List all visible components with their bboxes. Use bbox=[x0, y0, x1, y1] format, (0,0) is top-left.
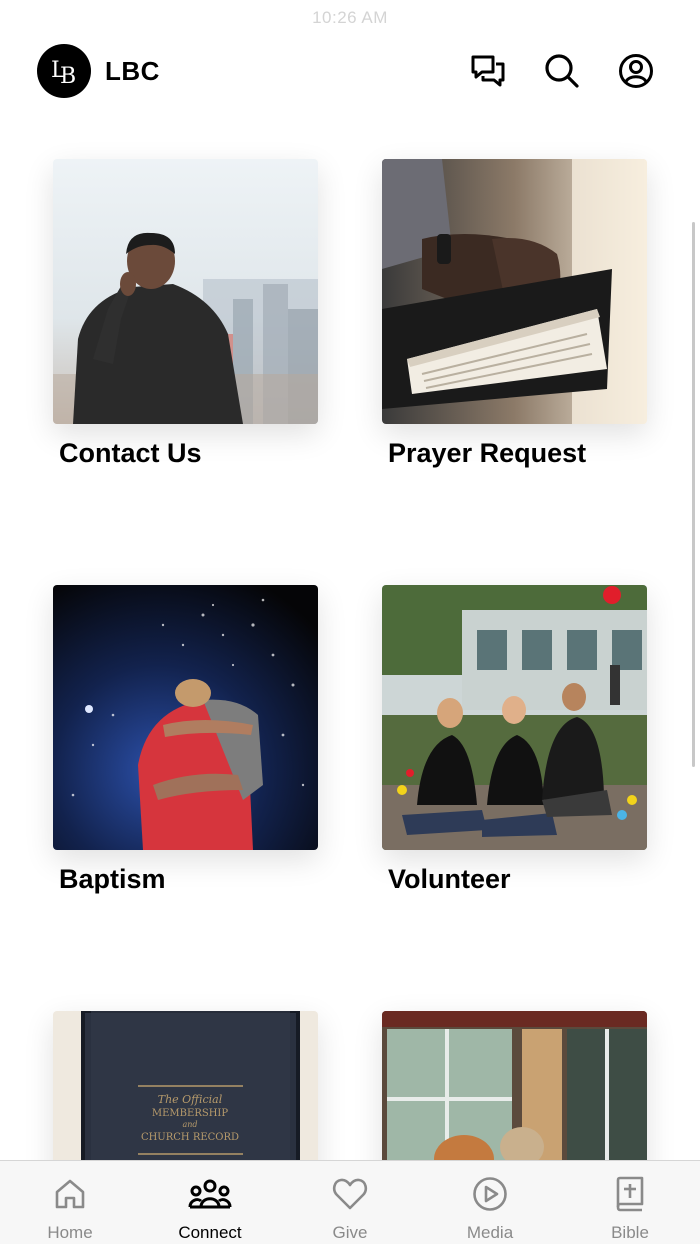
search-icon[interactable] bbox=[544, 53, 580, 89]
chat-icon[interactable] bbox=[470, 53, 506, 89]
tab-media[interactable]: Media bbox=[420, 1161, 560, 1244]
logo-mark: L B bbox=[51, 58, 76, 89]
people-icon bbox=[188, 1175, 232, 1213]
tab-label: Media bbox=[466, 1223, 514, 1242]
baptism-image bbox=[53, 585, 318, 850]
tab-connect[interactable]: Connect bbox=[140, 1161, 280, 1244]
svg-text:B: B bbox=[60, 64, 76, 89]
prayer-request-image bbox=[382, 159, 647, 424]
status-time: 10:26 AM bbox=[312, 8, 388, 27]
card-label: Baptism bbox=[59, 864, 166, 894]
brand[interactable]: L B LBC bbox=[37, 44, 160, 98]
scrollbar[interactable] bbox=[692, 222, 695, 767]
tab-label: Bible bbox=[611, 1223, 649, 1242]
tab-bible[interactable]: Bible bbox=[560, 1161, 700, 1244]
card-prayer-request[interactable]: Prayer Request bbox=[382, 159, 647, 469]
card-contact-us[interactable]: Contact Us bbox=[53, 159, 318, 469]
card-baptism[interactable]: Baptism bbox=[53, 585, 318, 895]
tab-bar: Home Connect Give Media Bible bbox=[0, 1160, 700, 1244]
app-header: L B LBC bbox=[37, 44, 654, 98]
brand-name: LBC bbox=[105, 55, 160, 86]
card-volunteer[interactable]: Volunteer bbox=[382, 585, 647, 895]
tab-home[interactable]: Home bbox=[0, 1161, 140, 1244]
header-actions bbox=[470, 53, 654, 89]
book-line3: and bbox=[182, 1120, 197, 1129]
book-line1: The Official bbox=[158, 1093, 223, 1106]
contact-us-image bbox=[53, 159, 318, 424]
profile-icon[interactable] bbox=[618, 53, 654, 89]
card-label: Volunteer bbox=[388, 864, 511, 894]
card-label: Prayer Request bbox=[388, 438, 587, 468]
bible-icon bbox=[614, 1175, 646, 1213]
tab-label: Home bbox=[47, 1223, 93, 1242]
card-label: Contact Us bbox=[59, 438, 202, 468]
play-icon bbox=[472, 1175, 508, 1213]
book-line2: MEMBERSHIP bbox=[152, 1108, 228, 1119]
tab-give[interactable]: Give bbox=[280, 1161, 420, 1244]
tab-label: Give bbox=[332, 1223, 368, 1242]
heart-icon bbox=[332, 1175, 368, 1213]
volunteer-image bbox=[382, 585, 647, 850]
tab-label: Connect bbox=[178, 1223, 242, 1242]
home-icon bbox=[53, 1175, 87, 1213]
book-line4: CHURCH RECORD bbox=[141, 1132, 239, 1143]
logo: L B bbox=[37, 44, 91, 98]
